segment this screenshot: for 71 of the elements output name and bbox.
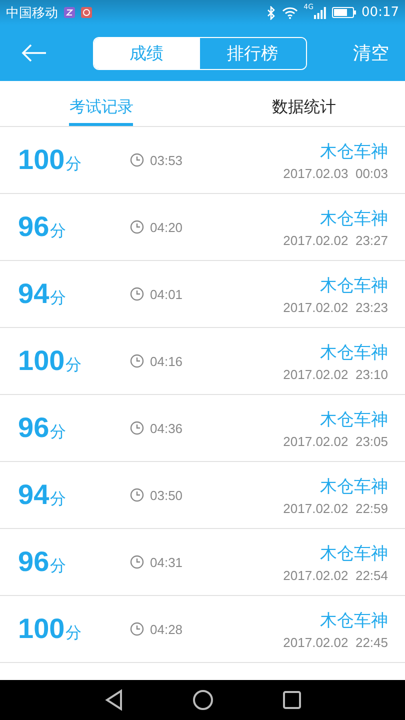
date-time-text: 2017.02.03 00:03 [283,166,388,180]
tab[interactable]: 数据统计 [272,81,336,126]
date-time-text: 2017.02.02 22:45 [283,634,388,650]
user-name: 木仓车神 [320,476,388,498]
clock-icon [130,287,144,301]
score-unit: 分 [50,422,66,443]
clock-icon [130,153,144,167]
duration-text: 04:28 [150,622,183,636]
tab[interactable]: 考试记录 [69,81,134,126]
back-nav-button[interactable] [104,689,124,711]
duration-text: 04:16 [150,354,183,368]
user-name: 木仓车神 [320,274,388,296]
score-unit: 分 [50,288,66,309]
clock-icon [130,488,144,502]
app-notification-icon [64,7,75,18]
score-value: 100 [18,144,65,176]
date-time-text: 2017.02.02 23:10 [283,366,388,382]
score-unit: 分 [50,556,66,577]
clock-icon [130,555,144,569]
home-nav-button[interactable] [192,689,214,711]
signal-icon [314,6,326,18]
carrier-name: 中国移动 [6,4,58,22]
segment-tab[interactable]: 成绩 [94,38,200,68]
score-unit: 分 [66,355,82,376]
score-value: 94 [18,278,50,310]
user-name: 木仓车神 [320,208,388,230]
duration-text: 03:50 [150,488,183,502]
date-time-text: 2017.02.02 22:54 [283,568,388,582]
score-unit: 分 [66,623,82,644]
record-row[interactable]: 96分 04:31 木仓车神 2017.02.02 22:54 [0,529,405,596]
score-value: 96 [18,546,50,578]
duration-text: 04:01 [150,286,183,302]
user-name: 木仓车神 [320,342,388,364]
clock-icon [130,354,144,368]
score-unit: 分 [50,489,66,510]
clock-icon [130,622,144,636]
score-unit: 分 [66,154,82,175]
user-name: 木仓车神 [320,408,388,430]
record-row[interactable]: 96分 04:36 木仓车神 2017.02.02 23:05 [0,395,405,462]
date-time-text: 2017.02.02 23:05 [283,434,388,448]
clock-icon [130,421,144,435]
score-value: 94 [18,479,50,511]
score-unit: 分 [50,221,66,242]
date-time-text: 2017.02.02 23:27 [283,232,388,248]
score-value: 96 [18,412,50,444]
duration-text: 04:20 [150,220,183,234]
clock-time: 00:17 [362,5,399,20]
duration-text: 03:53 [150,152,183,168]
bluetooth-icon [266,6,276,20]
record-row[interactable]: 94分 04:01 木仓车神 2017.02.02 23:23 [0,261,405,328]
date-time-text: 2017.02.02 22:59 [283,500,388,516]
user-name: 木仓车神 [320,140,388,162]
score-value: 100 [18,345,65,377]
wifi-icon [282,6,298,18]
clear-button[interactable]: 清空 [349,41,393,65]
record-row[interactable]: 96分 04:20 木仓车神 2017.02.02 23:27 [0,194,405,261]
score-value: 96 [18,211,50,243]
user-name: 木仓车神 [320,542,388,564]
battery-icon [332,7,356,18]
score-value: 100 [18,613,65,645]
duration-text: 04:36 [150,420,183,436]
record-row[interactable]: 100分 04:28 木仓车神 2017.02.02 22:45 [0,596,405,663]
record-row[interactable]: 100分 03:53 木仓车神 2017.02.03 00:03 [0,127,405,194]
date-time-text: 2017.02.02 23:23 [283,300,388,314]
clock-icon [130,220,144,234]
recents-nav-button[interactable] [282,690,302,710]
duration-text: 04:31 [150,554,183,570]
record-row[interactable]: 94分 03:50 木仓车神 2017.02.02 22:59 [0,462,405,529]
record-row[interactable]: 100分 04:16 木仓车神 2017.02.02 23:10 [0,328,405,395]
app-notification-icon [81,7,92,18]
user-name: 木仓车神 [320,610,388,632]
